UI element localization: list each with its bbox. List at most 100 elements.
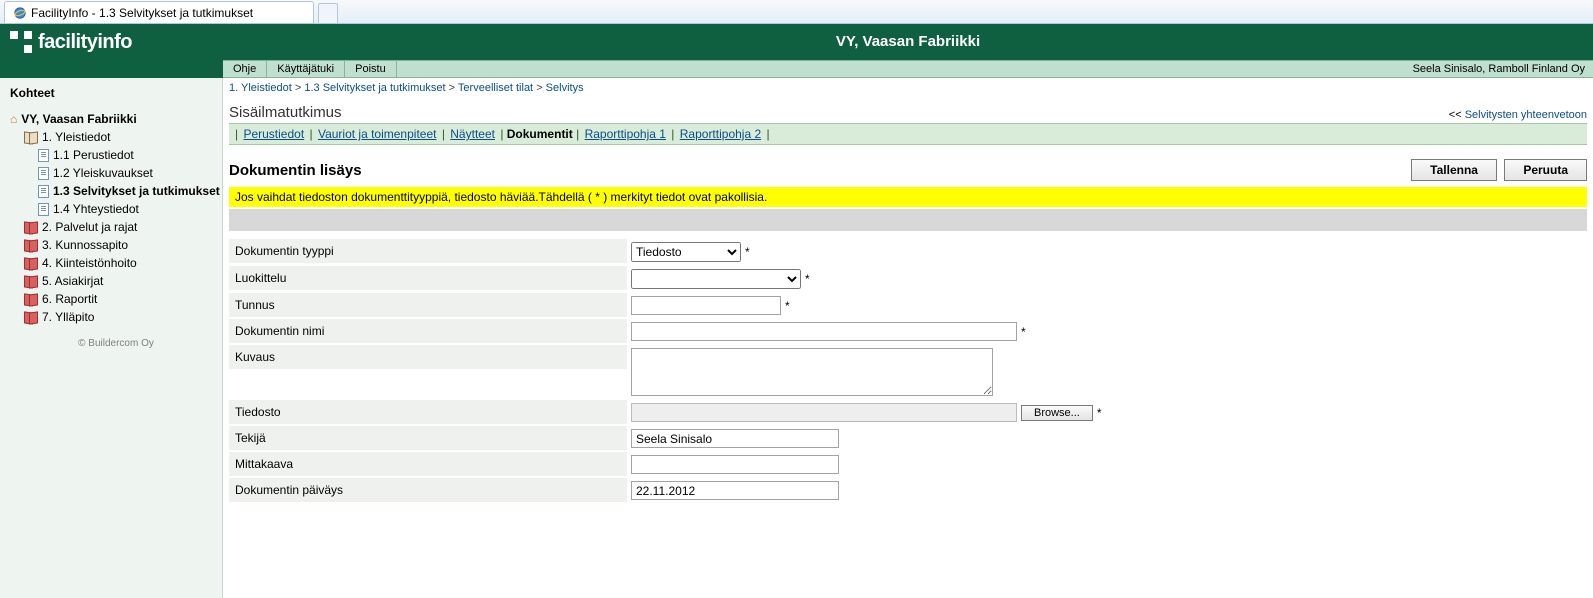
tree-item[interactable]: 3. Kunnossapito [24, 236, 222, 254]
menu-kayttajatuki[interactable]: Käyttäjätuki [267, 61, 345, 77]
book-icon [24, 276, 38, 287]
select-tyyppi[interactable]: Tiedosto [631, 242, 741, 262]
tree-item-label: 3. Kunnossapito [42, 238, 128, 252]
tree-item-label: 6. Raportit [42, 292, 97, 306]
subtabs: | Perustiedot | Vauriot ja toimenpiteet … [229, 123, 1587, 145]
breadcrumb-link[interactable]: 1.3 Selvitykset ja tutkimukset [304, 82, 445, 94]
required-mark: * [785, 299, 790, 313]
sidebar: Kohteet ⌂ VY, Vaasan Fabriikki 1. Yleist… [0, 78, 223, 598]
required-mark: * [1097, 406, 1102, 420]
cancel-button[interactable]: Peruuta [1504, 159, 1587, 181]
back-prefix: << [1449, 109, 1462, 121]
book-icon [24, 240, 38, 251]
menu-ohje[interactable]: Ohje [223, 61, 267, 77]
save-button[interactable]: Tallenna [1411, 159, 1497, 181]
logo-icon [10, 31, 32, 53]
tree-item[interactable]: 7. Ylläpito [24, 308, 222, 326]
tree-item[interactable]: 5. Asiakirjat [24, 272, 222, 290]
tree-item-label: 1.3 Selvitykset ja tutkimukset [53, 184, 220, 198]
nav-tree: ⌂ VY, Vaasan Fabriikki 1. Yleistiedot 1.… [10, 110, 222, 326]
header-title: VY, Vaasan Fabriikki [223, 24, 1593, 60]
tree-item[interactable]: 4. Kiinteistönhoito [24, 254, 222, 272]
book-icon [24, 312, 38, 323]
browser-tab-title: FacilityInfo - 1.3 Selvitykset ja tutkim… [31, 6, 253, 20]
label-luokittelu: Luokittelu [229, 266, 627, 290]
tree-item-selected[interactable]: 1.3 Selvitykset ja tutkimukset [38, 182, 222, 200]
tree-item-label: 1.2 Yleiskuvaukset [53, 166, 153, 180]
document-form: Dokumentin tyyppi Tiedosto * Luokittelu … [229, 239, 1587, 504]
subtab-vauriot[interactable]: Vauriot ja toimenpiteet [316, 127, 439, 141]
menubar: Ohje Käyttäjätuki Poistu Seela Sinisalo,… [223, 60, 1593, 78]
required-mark: * [745, 245, 750, 259]
back-link[interactable]: Selvitysten yhteenvetoon [1465, 109, 1587, 121]
input-mittakaava[interactable] [631, 455, 839, 474]
subtab-dokumentit[interactable]: Dokumentit [507, 127, 573, 141]
page-icon [38, 185, 49, 198]
sidebar-heading: Kohteet [10, 86, 222, 100]
label-paivays: Dokumentin päiväys [229, 478, 627, 502]
select-luokittelu[interactable] [631, 269, 801, 289]
tree-item[interactable]: 1.4 Yhteystiedot [38, 200, 222, 218]
section-title: Dokumentin lisäys [229, 162, 362, 179]
tree-item[interactable]: 2. Palvelut ja rajat [24, 218, 222, 236]
tree-item[interactable]: 1.1 Perustiedot [38, 146, 222, 164]
label-kuvaus: Kuvaus [229, 345, 627, 369]
label-nimi: Dokumentin nimi [229, 319, 627, 343]
home-icon: ⌂ [10, 112, 17, 126]
sidebar-footer: © Buildercom Oy [10, 338, 222, 349]
tree-item-label: 5. Asiakirjat [42, 274, 103, 288]
input-tekija[interactable] [631, 429, 839, 448]
app-header: facilityinfo VY, Vaasan Fabriikki [0, 24, 1593, 60]
tree-item-label: 1.1 Perustiedot [53, 148, 134, 162]
tree-item-label: 4. Kiinteistönhoito [42, 256, 137, 270]
tree-item-label: 2. Palvelut ja rajat [42, 220, 137, 234]
book-icon [24, 132, 38, 143]
page-icon [38, 203, 49, 216]
subtab-raportti2[interactable]: Raporttipohja 2 [678, 127, 763, 141]
book-icon [24, 258, 38, 269]
page-icon [38, 167, 49, 180]
menu-poistu[interactable]: Poistu [345, 61, 397, 77]
logo[interactable]: facilityinfo [0, 24, 223, 60]
required-mark: * [1021, 325, 1026, 339]
subtab-raportti1[interactable]: Raporttipohja 1 [583, 127, 668, 141]
browse-button[interactable]: Browse... [1021, 405, 1093, 421]
subtab-naytteet[interactable]: Näytteet [448, 127, 497, 141]
gray-band [229, 209, 1587, 231]
browser-tabstrip: FacilityInfo - 1.3 Selvitykset ja tutkim… [0, 0, 1593, 24]
breadcrumb-link[interactable]: Selvitys [546, 82, 584, 94]
user-info: Seela Sinisalo, Ramboll Finland Oy [1405, 61, 1593, 77]
breadcrumb-link[interactable]: Terveelliset tilat [458, 82, 533, 94]
input-tiedosto-path[interactable] [631, 403, 1017, 422]
book-icon [24, 294, 38, 305]
label-tyyppi: Dokumentin tyyppi [229, 239, 627, 263]
tree-item[interactable]: 1.2 Yleiskuvaukset [38, 164, 222, 182]
label-tunnus: Tunnus [229, 293, 627, 317]
book-icon [24, 222, 38, 233]
tree-item-label: 1. Yleistiedot [42, 130, 111, 144]
input-nimi[interactable] [631, 322, 1017, 341]
tree-item-label: 7. Ylläpito [42, 310, 94, 324]
browser-tab[interactable]: FacilityInfo - 1.3 Selvitykset ja tutkim… [4, 1, 314, 23]
tree-item-label: 1.4 Yhteystiedot [53, 202, 139, 216]
content: 1. Yleistiedot > 1.3 Selvitykset ja tutk… [223, 78, 1593, 598]
textarea-kuvaus[interactable] [631, 348, 993, 396]
breadcrumb-link[interactable]: 1. Yleistiedot [229, 82, 292, 94]
label-mittakaava: Mittakaava [229, 452, 627, 476]
logo-text: facilityinfo [38, 31, 132, 54]
label-tekija: Tekijä [229, 426, 627, 450]
new-tab-button[interactable] [318, 3, 338, 23]
warning-bar: Jos vaihdat tiedoston dokumenttityyppiä,… [229, 187, 1587, 207]
tree-item[interactable]: 6. Raportit [24, 290, 222, 308]
label-tiedosto: Tiedosto [229, 400, 627, 424]
breadcrumb: 1. Yleistiedot > 1.3 Selvitykset ja tutk… [229, 78, 1587, 98]
ie-icon [13, 6, 27, 20]
required-mark: * [805, 272, 810, 286]
input-tunnus[interactable] [631, 296, 781, 315]
tree-item[interactable]: 1. Yleistiedot [24, 128, 222, 146]
input-paivays[interactable] [631, 481, 839, 500]
tree-root[interactable]: ⌂ VY, Vaasan Fabriikki [10, 110, 222, 128]
subtab-perustiedot[interactable]: Perustiedot [241, 127, 306, 141]
page-title: Sisäilmatutkimus [229, 104, 342, 121]
tree-root-label: VY, Vaasan Fabriikki [21, 112, 136, 126]
